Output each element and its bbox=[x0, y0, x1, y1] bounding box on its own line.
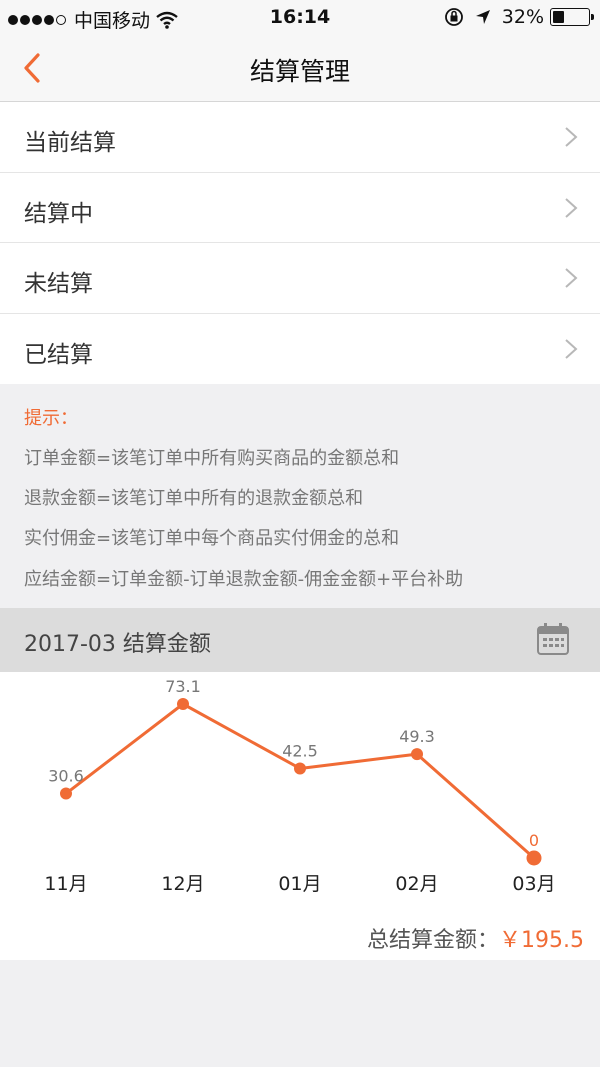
data-label: 73.1 bbox=[165, 677, 201, 696]
menu-item-label: 已结算 bbox=[24, 341, 93, 368]
orientation-lock-icon bbox=[444, 8, 463, 26]
chevron-right-icon bbox=[565, 197, 578, 218]
menu-item-unsettled[interactable]: 未结算 bbox=[0, 243, 600, 314]
menu-item-label: 未结算 bbox=[24, 271, 93, 297]
total-settlement-value: ￥195.5 bbox=[499, 928, 584, 953]
x-tick-label: 12月 bbox=[161, 873, 204, 895]
battery-icon bbox=[550, 8, 594, 26]
menu-item-label: 结算中 bbox=[24, 200, 93, 227]
series-line bbox=[65, 702, 535, 860]
data-label: 30.6 bbox=[48, 767, 84, 786]
tips-section: 提示： 订单金额=该笔订单中所有购买商品的金额总和 退款金额=该笔订单中所有的退… bbox=[0, 384, 600, 608]
x-tick-label: 03月 bbox=[512, 873, 555, 895]
data-point[interactable] bbox=[526, 850, 542, 866]
menu-item-current-settlement[interactable]: 当前结算 bbox=[0, 102, 600, 173]
menu-item-settled[interactable]: 已结算 bbox=[0, 314, 600, 385]
tip-line-paid-commission: 实付佣金=该笔订单中每个商品实付佣金的总和 bbox=[24, 528, 400, 549]
menu-item-settling[interactable]: 结算中 bbox=[0, 173, 600, 243]
data-point[interactable] bbox=[177, 698, 189, 710]
data-point[interactable] bbox=[294, 762, 306, 775]
settlement-menu-list: 当前结算 结算中 未结算 已结算 bbox=[0, 102, 600, 384]
menu-item-label: 当前结算 bbox=[24, 130, 116, 156]
chevron-right-icon bbox=[565, 338, 578, 359]
calendar-button[interactable] bbox=[536, 622, 570, 656]
chevron-right-icon bbox=[565, 268, 578, 288]
tip-line-order-amount: 订单金额=该笔订单中所有购买商品的金额总和 bbox=[24, 448, 400, 469]
x-tick-label: 01月 bbox=[278, 873, 321, 895]
tips-title: 提示： bbox=[24, 408, 78, 429]
data-label: 42.5 bbox=[282, 741, 318, 760]
chart-period-title: 2017-03 结算金额 bbox=[24, 632, 211, 657]
data-point[interactable] bbox=[60, 787, 72, 800]
tip-line-refund-amount: 退款金额=该笔订单中所有的退款金额总和 bbox=[24, 488, 364, 509]
total-settlement: 总结算金额：￥195.5 bbox=[367, 922, 584, 954]
navigation-bar: 结算管理 bbox=[0, 34, 600, 102]
location-arrow-icon bbox=[475, 10, 490, 24]
data-point[interactable] bbox=[411, 748, 423, 761]
x-tick-label: 02月 bbox=[395, 873, 438, 895]
total-settlement-label: 总结算金额： bbox=[367, 928, 500, 953]
battery-percent: 32% bbox=[501, 6, 544, 28]
data-label: 0 bbox=[529, 831, 539, 850]
calendar-icon bbox=[537, 623, 569, 655]
x-tick-label: 11月 bbox=[44, 873, 87, 895]
page-title: 结算管理 bbox=[249, 57, 350, 86]
chart-header: 2017-03 结算金额 bbox=[0, 608, 600, 672]
tip-line-settlement-amount: 应结金额=订单金额-订单退款金额-佣金金额+平台补助 bbox=[24, 569, 464, 590]
status-bar: 中国移动 16:14 32% bbox=[0, 0, 600, 34]
data-label: 49.3 bbox=[399, 727, 435, 746]
chevron-right-icon bbox=[565, 127, 578, 147]
settlement-line-chart: 30.6 11月 73.1 12月 42.5 01月 49.3 02月 0 03月 bbox=[44, 677, 555, 895]
chart-area: 30.6 11月 73.1 12月 42.5 01月 49.3 02月 0 03月 总结算金额：￥… bbox=[0, 672, 600, 960]
